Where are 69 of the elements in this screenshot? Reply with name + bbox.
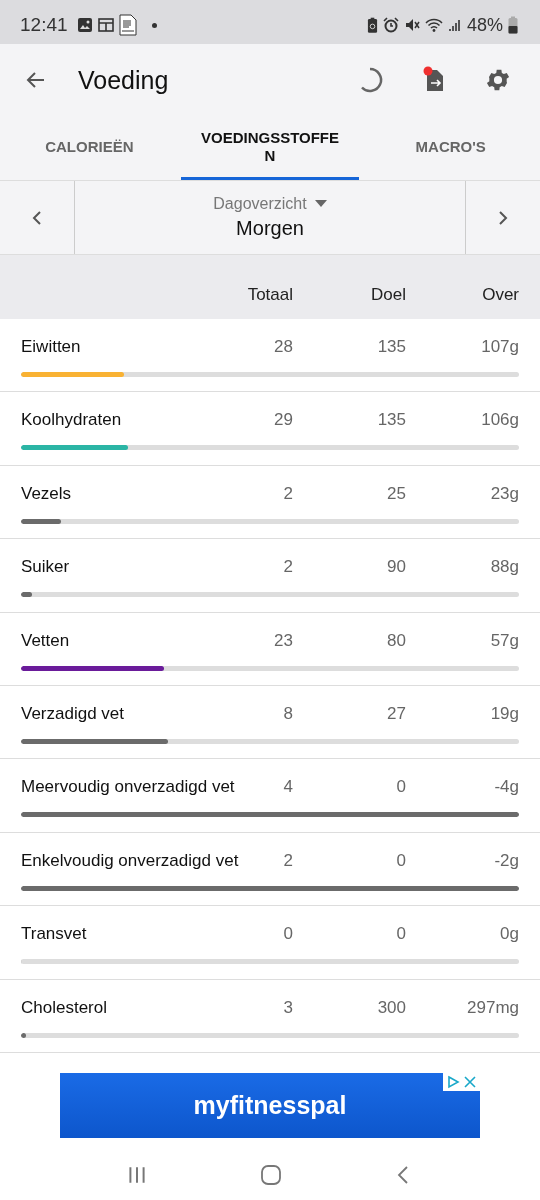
total-value: 2 (283, 850, 293, 871)
nutrient-name: Verzadigd vet (21, 703, 124, 724)
ad-brand: myfitnesspal (193, 1090, 347, 1120)
remaining-value: 19g (489, 703, 519, 724)
nutrient-name: Transvet (21, 924, 87, 945)
chevron-right-icon (497, 209, 509, 226)
notification-dot (151, 22, 157, 28)
battery-saver-icon (366, 16, 378, 34)
wifi-icon (424, 17, 443, 33)
remaining-value: 88g (489, 557, 519, 578)
total-value: 4 (283, 777, 293, 798)
mute-icon (403, 17, 420, 33)
goal-value: 80 (386, 630, 406, 651)
battery-percentage: 48% (466, 14, 503, 36)
nutrient-name: Enkelvoudig onverzadigd vet (21, 850, 239, 871)
alarm-icon (382, 17, 399, 33)
chevron-left-icon (31, 209, 43, 226)
status-time: 12:41 (20, 14, 68, 36)
nutrient-name: Koolhydraten (21, 410, 122, 431)
home-icon[interactable] (260, 1164, 282, 1186)
ad-choices-icon[interactable] (446, 1074, 460, 1089)
nutrient-name: Eiwitten (21, 337, 81, 357)
nutrient-name: Cholesterol (21, 997, 107, 1018)
selected-day: Morgen (236, 217, 304, 240)
column-header: Over (481, 285, 519, 305)
document-icon (118, 14, 137, 36)
total-value: 28 (274, 337, 293, 357)
remaining-value: 297mg (466, 997, 519, 1018)
remaining-value: -4g (493, 777, 519, 798)
goal-value: 300 (376, 997, 406, 1018)
layout-icon (97, 17, 114, 33)
goal-value: 90 (386, 557, 406, 578)
nutrient-name: Meervoudig onverzadigd vet (21, 777, 235, 798)
column-header: Doel (370, 285, 406, 305)
signal-icon (447, 17, 462, 33)
battery-icon (508, 16, 518, 34)
ad-banner[interactable]: myfitnesspal (60, 1072, 480, 1138)
page-title: Voeding (78, 65, 169, 95)
remaining-value: -2g (493, 850, 519, 871)
view-dropdown[interactable]: Dagoverzicht (213, 195, 327, 213)
total-value: 2 (283, 483, 293, 504)
total-value: 3 (283, 997, 293, 1018)
goal-value: 0 (395, 777, 406, 798)
column-header: Totaal (247, 285, 293, 305)
remaining-value: 23g (489, 483, 519, 504)
total-value: 0 (283, 924, 293, 945)
goal-value: 0 (395, 924, 406, 945)
dropdown-caret-icon (314, 200, 327, 208)
recent-apps-icon[interactable] (126, 1164, 148, 1186)
tab[interactable]: MACRO'S (361, 116, 540, 180)
nutrient-name: Vetten (21, 630, 70, 651)
remaining-value: 0g (499, 924, 519, 945)
remaining-value: 107g (480, 337, 519, 357)
nutrient-name: Suiker (21, 557, 70, 578)
total-value: 2 (283, 557, 293, 578)
total-value: 29 (274, 410, 293, 431)
total-value: 8 (283, 703, 293, 724)
image-icon (76, 17, 93, 33)
goal-value: 27 (386, 703, 406, 724)
remaining-value: 57g (489, 630, 519, 651)
total-value: 23 (274, 630, 293, 651)
goal-value: 135 (376, 337, 406, 357)
remaining-value: 106g (480, 410, 519, 431)
goal-value: 135 (376, 410, 406, 431)
goal-value: 0 (395, 850, 406, 871)
nutrient-name: Vezels (21, 483, 72, 504)
close-icon[interactable] (463, 1074, 477, 1089)
goal-value: 25 (386, 483, 406, 504)
tab[interactable]: CALORIEËN (0, 116, 179, 180)
